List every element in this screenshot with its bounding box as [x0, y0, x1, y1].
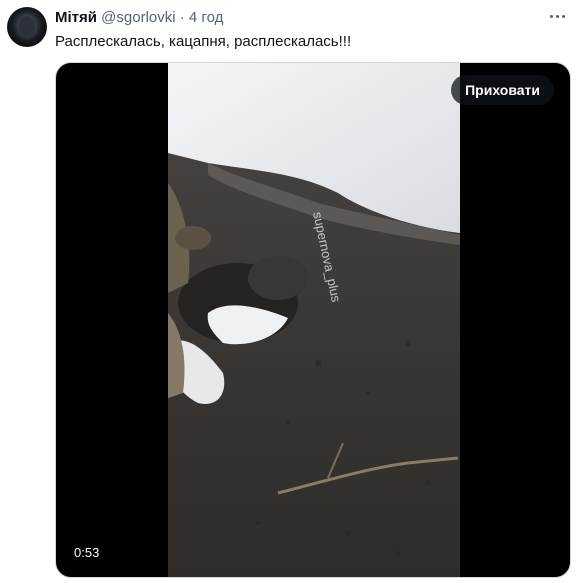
tweet-timestamp[interactable]: 4 год — [189, 9, 223, 26]
more-dots-icon[interactable] — [545, 7, 569, 25]
hide-media-button[interactable]: Приховати — [451, 75, 554, 105]
tweet[interactable]: Мітяй @sgorlovki · 4 год Расплескалась, … — [0, 0, 579, 583]
video-still: supernova_plus — [168, 63, 460, 577]
dot — [549, 14, 553, 18]
avatar-face — [19, 16, 35, 36]
video-player[interactable]: supernova_plus Приховати 0:53 — [55, 62, 571, 578]
dot — [561, 14, 565, 18]
tweet-text: Расплескалась, кацапня, расплескалась!!! — [55, 33, 352, 50]
dot — [555, 14, 559, 18]
author-name[interactable]: Мітяй — [55, 9, 97, 26]
header-separator: · — [179, 9, 185, 26]
video-duration: 0:53 — [68, 543, 106, 563]
tweet-header: Мітяй @sgorlovki · 4 год — [55, 9, 223, 27]
author-avatar[interactable] — [7, 7, 47, 47]
author-handle[interactable]: @sgorlovki — [101, 9, 175, 26]
video-frame[interactable]: supernova_plus — [168, 63, 460, 577]
